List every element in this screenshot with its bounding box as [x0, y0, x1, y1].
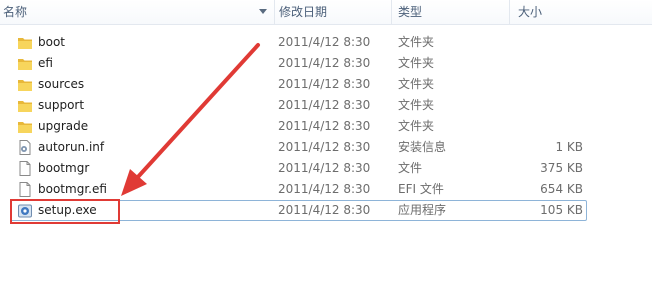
file-name: upgrade	[38, 119, 89, 133]
file-type: 文件夹	[398, 35, 435, 49]
file-name: bootmgr	[38, 161, 90, 175]
file-date: 2011/4/12 8:30	[278, 140, 371, 154]
file-row[interactable]: autorun.inf 2011/4/12 8:30 安装信息 1 KB	[0, 137, 652, 158]
file-size: 1 KB	[555, 140, 583, 154]
folder-icon	[17, 98, 33, 113]
file-size: 105 KB	[540, 203, 583, 217]
folder-icon	[17, 77, 33, 92]
file-row[interactable]: boot 2011/4/12 8:30 文件夹	[0, 32, 652, 53]
file-size	[520, 32, 583, 53]
file-row[interactable]: support 2011/4/12 8:30 文件夹	[0, 95, 652, 116]
file-date: 2011/4/12 8:30	[278, 182, 371, 196]
file-type: 文件夹	[398, 77, 435, 91]
file-row[interactable]: bootmgr 2011/4/12 8:30 文件 375 KB	[0, 158, 652, 179]
file-size: 654 KB	[540, 182, 583, 196]
file-size	[520, 116, 583, 137]
column-header-date[interactable]: 修改日期	[274, 0, 390, 24]
settings-file-icon	[17, 140, 33, 155]
file-date: 2011/4/12 8:30	[278, 161, 371, 175]
file-name: support	[38, 98, 85, 112]
file-row[interactable]: bootmgr.efi 2011/4/12 8:30 EFI 文件 654 KB	[0, 179, 652, 200]
file-row[interactable]: upgrade 2011/4/12 8:30 文件夹	[0, 116, 652, 137]
file-type: 文件夹	[398, 119, 435, 133]
column-header-size[interactable]: 大小	[509, 0, 652, 24]
file-date: 2011/4/12 8:30	[278, 203, 371, 217]
file-type: 文件夹	[398, 56, 435, 70]
sort-down-icon[interactable]	[259, 9, 267, 14]
folder-icon	[17, 35, 33, 50]
file-icon	[17, 161, 33, 176]
folder-icon	[17, 119, 33, 134]
file-date: 2011/4/12 8:30	[278, 98, 371, 112]
file-size	[520, 53, 583, 74]
file-list: boot 2011/4/12 8:30 文件夹 efi 2011/4/12 8:…	[0, 32, 652, 221]
file-type: 文件夹	[398, 98, 435, 112]
file-type: 安装信息	[398, 140, 447, 154]
file-name: boot	[38, 35, 66, 49]
file-name: bootmgr.efi	[38, 182, 107, 196]
file-name: efi	[38, 56, 53, 70]
file-icon	[17, 182, 33, 197]
file-date: 2011/4/12 8:30	[278, 35, 371, 49]
file-explorer-window: 名称 修改日期 类型 大小 boot 2011/4/12 8:30 文件夹 ef…	[0, 0, 652, 295]
file-size: 375 KB	[540, 161, 583, 175]
file-row[interactable]: sources 2011/4/12 8:30 文件夹	[0, 74, 652, 95]
file-date: 2011/4/12 8:30	[278, 119, 371, 133]
file-date: 2011/4/12 8:30	[278, 56, 371, 70]
column-header-type[interactable]: 类型	[391, 0, 508, 24]
column-header-bar: 名称 修改日期 类型 大小	[0, 0, 652, 25]
file-name: autorun.inf	[38, 140, 105, 154]
file-date: 2011/4/12 8:30	[278, 77, 371, 91]
file-type: EFI 文件	[398, 182, 444, 196]
file-type: 应用程序	[398, 203, 447, 217]
file-size	[520, 95, 583, 116]
file-name: sources	[38, 77, 85, 91]
folder-icon	[17, 56, 33, 71]
annotation-highlight-box	[10, 199, 120, 224]
file-type: 文件	[398, 161, 423, 175]
column-header-name[interactable]: 名称	[0, 0, 273, 24]
file-row[interactable]: efi 2011/4/12 8:30 文件夹	[0, 53, 652, 74]
file-size	[520, 74, 583, 95]
